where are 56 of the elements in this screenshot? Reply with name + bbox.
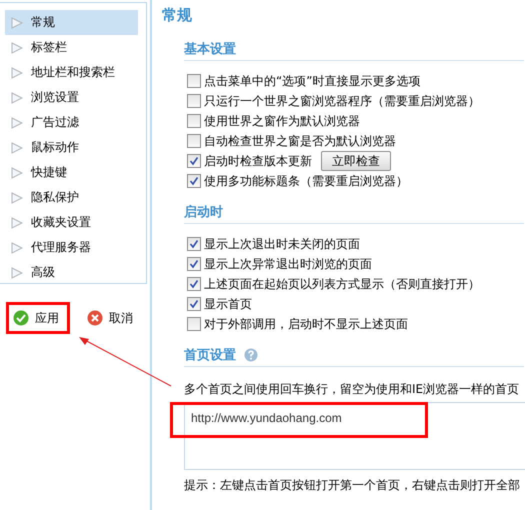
checkbox[interactable] — [187, 94, 201, 108]
option-label: 启动时检查版本更新 — [204, 152, 312, 170]
cancel-button[interactable]: 取消 — [80, 302, 144, 334]
sidebar-item[interactable]: 快捷键 — [5, 160, 138, 185]
option-label: 自动检查世界之窗是否为默认浏览器 — [204, 132, 396, 150]
checkbox[interactable] — [187, 257, 201, 271]
triangle-icon — [11, 192, 23, 204]
triangle-icon — [11, 66, 23, 78]
triangle-icon — [11, 216, 23, 228]
triangle-icon — [11, 266, 23, 278]
option-label: 显示上次异常退出时浏览的页面 — [204, 256, 372, 272]
option-label: 点击菜单中的“选项”时直接显示更多选项 — [204, 72, 420, 90]
option-label: 显示首页 — [204, 296, 252, 312]
page-title: 常规 — [162, 6, 193, 26]
option-label: 只运行一个世界之窗浏览器程序（需要重启浏览器） — [204, 92, 480, 110]
apply-button[interactable]: 应用 — [6, 302, 70, 334]
checkbox[interactable] — [187, 174, 201, 188]
sidebar-item[interactable]: 广告过滤 — [5, 110, 138, 135]
check-icon — [13, 310, 29, 326]
checkbox[interactable] — [187, 74, 201, 88]
section-title: 启动时 — [184, 204, 223, 221]
triangle-icon — [11, 16, 23, 28]
triangle-icon — [11, 242, 23, 254]
hint-text: 提示：左键点击首页按钮打开第一个首页，右键点击则打开全部 — [184, 477, 521, 494]
sidebar-item[interactable]: 代理服务器 — [5, 235, 138, 260]
checkbox[interactable] — [187, 237, 201, 251]
triangle-icon — [11, 166, 23, 178]
checkbox[interactable] — [187, 297, 201, 311]
sidebar-item[interactable]: 浏览设置 — [5, 85, 138, 110]
option-label: 显示上次退出时未关闭的页面 — [204, 236, 360, 252]
sidebar-item[interactable]: 地址栏和搜索栏 — [5, 60, 138, 85]
sidebar-item[interactable]: 鼠标动作 — [5, 135, 138, 160]
section-title: 首页设置 — [184, 347, 236, 364]
triangle-icon — [11, 142, 23, 154]
checkbox[interactable] — [187, 317, 201, 331]
sidebar-item[interactable]: 高级 — [5, 260, 138, 285]
sidebar-item[interactable]: 常规 — [5, 10, 138, 35]
sidebar-item[interactable]: 标签栏 — [5, 35, 138, 60]
checkbox[interactable] — [187, 154, 201, 168]
triangle-icon — [11, 116, 23, 128]
check-now-button[interactable]: 立即检查 — [321, 151, 391, 171]
checkbox[interactable] — [187, 114, 201, 128]
triangle-icon — [11, 92, 23, 104]
option-label: 使用多功能标题条（需要重启浏览器） — [204, 172, 408, 190]
section-title: 基本设置 — [184, 41, 236, 58]
description-text: 多个首页之间使用回车换行，留空为使用和IE浏览器一样的首页 — [184, 381, 520, 398]
homepage-field[interactable]: http://www.yundaohang.com — [184, 402, 525, 470]
triangle-icon — [11, 42, 23, 54]
close-icon — [87, 310, 103, 326]
option-label: 上述页面在起始页以列表方式显示（否则直接打开） — [204, 276, 480, 292]
sidebar-item[interactable]: 隐私保护 — [5, 185, 138, 210]
option-label: 使用世界之窗作为默认浏览器 — [204, 112, 360, 130]
sidebar-item[interactable]: 收藏夹设置 — [5, 210, 138, 235]
checkbox[interactable] — [187, 134, 201, 148]
option-label: 对于外部调用，启动时不显示上述页面 — [204, 316, 408, 332]
checkbox[interactable] — [187, 277, 201, 291]
